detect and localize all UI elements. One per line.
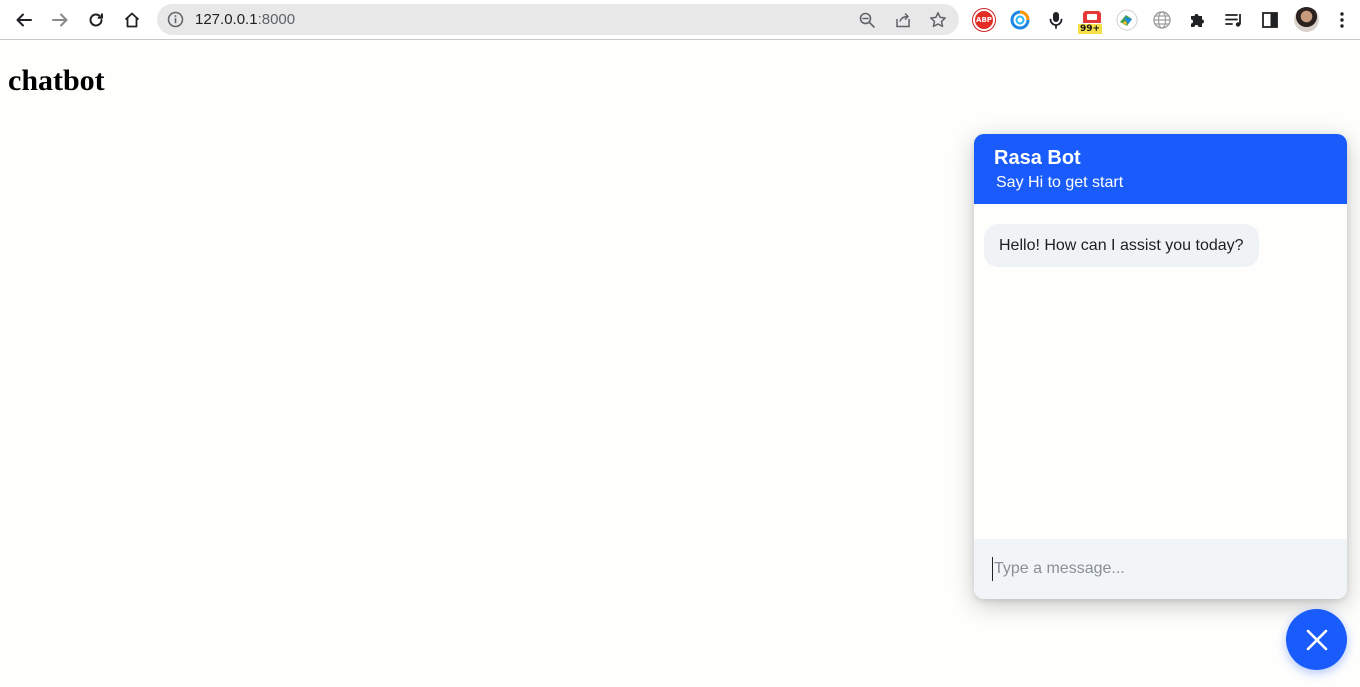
address-bar[interactable]: 127.0.0.1:8000 bbox=[157, 4, 959, 35]
forward-button[interactable] bbox=[46, 6, 74, 34]
extension-badge: 99+ bbox=[1077, 23, 1104, 35]
chat-header: Rasa Bot Say Hi to get start bbox=[974, 134, 1347, 204]
forward-arrow-icon bbox=[52, 13, 68, 27]
abp-icon: ABP bbox=[973, 9, 995, 31]
ring-extension-icon bbox=[1010, 10, 1030, 30]
home-icon bbox=[124, 12, 140, 28]
profile-avatar[interactable] bbox=[1294, 7, 1319, 32]
bot-message-bubble: Hello! How can I assist you today? bbox=[984, 224, 1259, 267]
adblock-extension[interactable]: ABP bbox=[971, 7, 997, 33]
info-icon[interactable] bbox=[167, 11, 184, 28]
side-panel-icon bbox=[1262, 12, 1278, 28]
bookmark-star-icon[interactable] bbox=[928, 10, 948, 30]
browser-toolbar: 127.0.0.1:8000 ABP 99+ bbox=[0, 0, 1360, 40]
close-icon bbox=[1306, 629, 1327, 650]
url-port: :8000 bbox=[257, 11, 296, 28]
share-icon[interactable] bbox=[893, 10, 913, 30]
side-panel-button[interactable] bbox=[1257, 7, 1283, 33]
back-arrow-icon bbox=[16, 13, 32, 27]
url-text[interactable]: 127.0.0.1:8000 bbox=[195, 11, 295, 28]
media-control-button[interactable] bbox=[1221, 7, 1247, 33]
chat-input-area bbox=[974, 539, 1347, 599]
url-host: 127.0.0.1 bbox=[195, 11, 258, 28]
reload-icon bbox=[89, 13, 103, 27]
voice-extension[interactable] bbox=[1043, 7, 1069, 33]
translate-extension[interactable] bbox=[1114, 7, 1140, 33]
extensions-button[interactable] bbox=[1185, 7, 1211, 33]
world-icon bbox=[1153, 11, 1171, 29]
message-input[interactable] bbox=[992, 557, 1332, 581]
microphone-icon bbox=[1049, 12, 1063, 29]
web-extension[interactable] bbox=[1149, 7, 1175, 33]
zoom-icon[interactable] bbox=[857, 10, 877, 30]
back-button[interactable] bbox=[10, 6, 38, 34]
page-title: chatbot bbox=[8, 64, 105, 97]
extension-ring[interactable] bbox=[1007, 7, 1033, 33]
close-chat-button[interactable] bbox=[1286, 609, 1347, 670]
browser-menu-button[interactable] bbox=[1329, 7, 1355, 33]
chat-title: Rasa Bot bbox=[994, 147, 1081, 169]
reload-button[interactable] bbox=[82, 6, 110, 34]
chat-subtitle: Say Hi to get start bbox=[996, 174, 1124, 191]
globe-extension-icon bbox=[1116, 9, 1138, 31]
home-button[interactable] bbox=[118, 6, 146, 34]
kebab-menu-icon bbox=[1340, 12, 1344, 28]
playlist-icon bbox=[1225, 14, 1241, 27]
chat-messages: Hello! How can I assist you today? bbox=[974, 204, 1347, 539]
puzzle-icon bbox=[1191, 14, 1204, 27]
chat-widget: Rasa Bot Say Hi to get start Hello! How … bbox=[974, 134, 1347, 599]
